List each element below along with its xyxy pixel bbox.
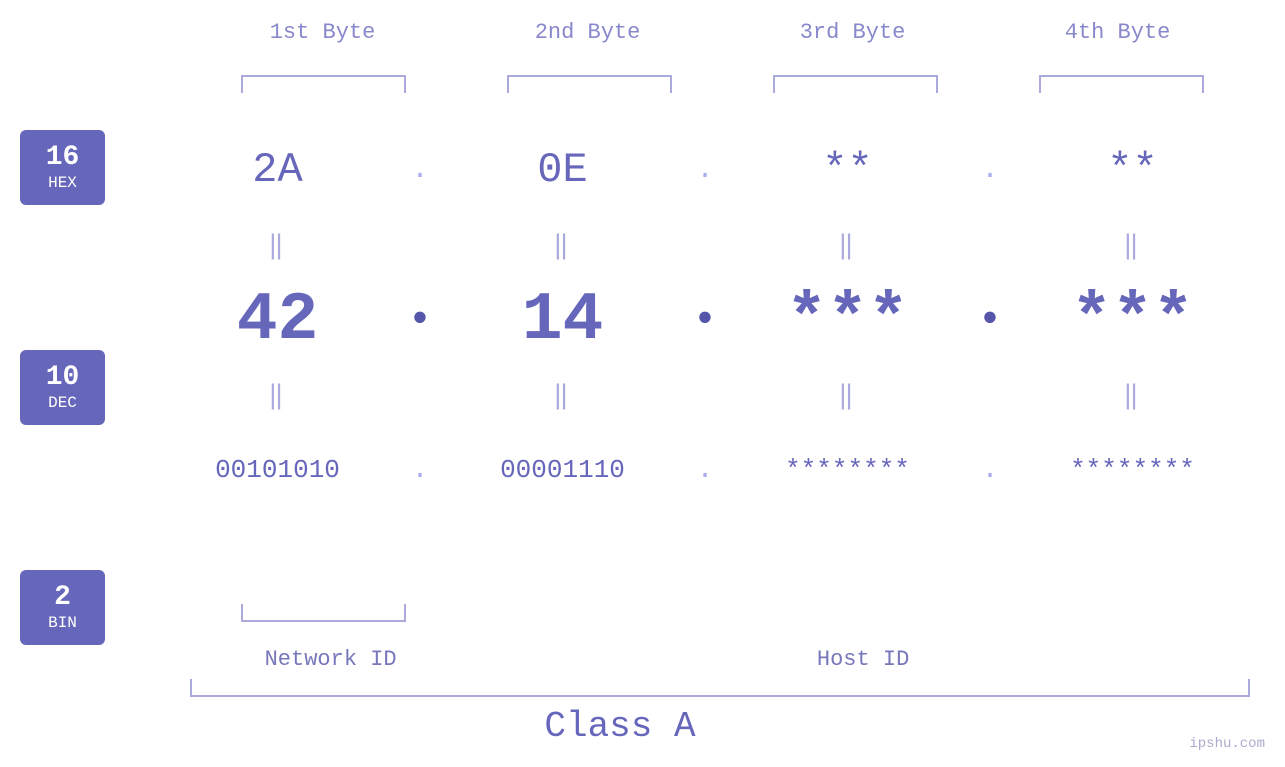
- dec-b4: ***: [1005, 282, 1260, 359]
- bin-b4: ********: [1005, 455, 1260, 485]
- hex-row: 2A . 0E . ** . **: [150, 120, 1260, 220]
- dec-dot3: •: [975, 296, 1005, 344]
- bin-dot2: .: [690, 455, 720, 486]
- bin-dot3: .: [975, 455, 1005, 486]
- top-bracket: [190, 75, 1255, 93]
- dec-dot2: •: [690, 296, 720, 344]
- header-byte4: 4th Byte: [985, 20, 1250, 45]
- header-byte3: 3rd Byte: [720, 20, 985, 45]
- id-labels: Network ID Host ID: [190, 647, 1255, 672]
- eq1-b4: ‖: [1005, 230, 1260, 261]
- main-container: 1st Byte 2nd Byte 3rd Byte 4th Byte 16 H…: [0, 0, 1285, 767]
- bin-dot1: .: [405, 455, 435, 486]
- dec-b3: ***: [720, 282, 975, 359]
- hex-b4: **: [1005, 146, 1260, 194]
- bottom-bracket: [190, 604, 1255, 622]
- byte-headers: 1st Byte 2nd Byte 3rd Byte 4th Byte: [190, 20, 1250, 45]
- eq-row-2: ‖ ‖ ‖ ‖: [150, 370, 1260, 420]
- hex-dot1: .: [405, 155, 435, 186]
- dec-b2: 14: [435, 282, 690, 359]
- hex-b1: 2A: [150, 146, 405, 194]
- watermark: ipshu.com: [1189, 736, 1265, 752]
- eq1-b2: ‖: [435, 230, 690, 261]
- bin-row: 00101010 . 00001110 . ******** . *******…: [150, 420, 1260, 520]
- base-labels: 16 HEX 10 DEC 2 BIN: [20, 130, 105, 645]
- eq2-b1: ‖: [150, 380, 405, 411]
- dec-b1: 42: [150, 282, 405, 359]
- network-id-label: Network ID: [190, 647, 471, 672]
- dec-dot1: •: [405, 296, 435, 344]
- rows-container: 2A . 0E . ** . ** ‖ ‖ ‖ ‖ 42 • 14 • *** …: [150, 120, 1260, 520]
- eq-row-1: ‖ ‖ ‖ ‖: [150, 220, 1260, 270]
- hex-b3: **: [720, 146, 975, 194]
- bin-badge: 2 BIN: [20, 570, 105, 645]
- hex-badge: 16 HEX: [20, 130, 105, 205]
- bin-b3: ********: [720, 455, 975, 485]
- dec-row: 42 • 14 • *** • ***: [150, 270, 1260, 370]
- class-label: Class A: [0, 706, 1240, 747]
- dec-badge: 10 DEC: [20, 350, 105, 425]
- eq2-b4: ‖: [1005, 380, 1260, 411]
- eq1-b1: ‖: [150, 230, 405, 261]
- class-bracket: [190, 679, 1250, 697]
- host-id-label: Host ID: [471, 647, 1255, 672]
- eq2-b3: ‖: [720, 380, 975, 411]
- header-byte2: 2nd Byte: [455, 20, 720, 45]
- hex-dot3: .: [975, 155, 1005, 186]
- bin-b1: 00101010: [150, 455, 405, 485]
- hex-dot2: .: [690, 155, 720, 186]
- hex-b2: 0E: [435, 146, 690, 194]
- eq1-b3: ‖: [720, 230, 975, 261]
- header-byte1: 1st Byte: [190, 20, 455, 45]
- eq2-b2: ‖: [435, 380, 690, 411]
- bin-b2: 00001110: [435, 455, 690, 485]
